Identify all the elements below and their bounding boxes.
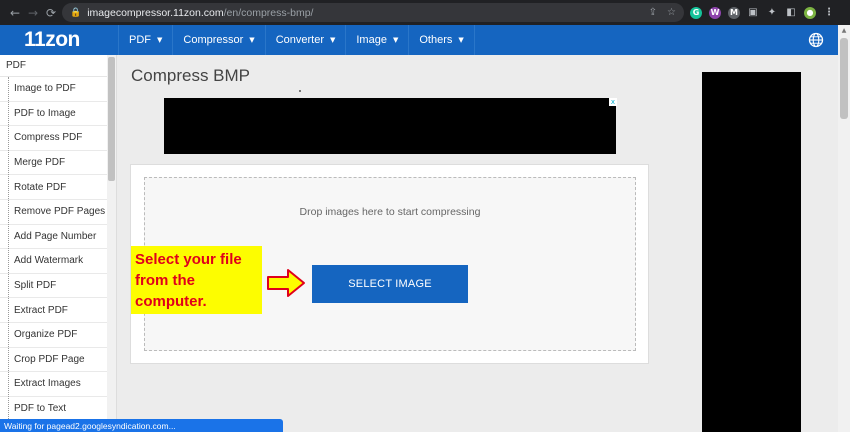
- arrow-right-icon: [267, 269, 305, 297]
- extensions-area: G W M ▣ ✦ ◧ ● ⋮: [690, 0, 835, 25]
- sidebar: PDF Image to PDF PDF to Image Compress PDF…: [0, 55, 117, 432]
- browser-toolbar: ← → ⟳ 🔒 imagecompressor.11zon.com /en/co…: [0, 0, 850, 25]
- back-button[interactable]: ←: [6, 0, 24, 25]
- sidebar-heading[interactable]: PDF: [0, 55, 116, 77]
- menu-item-label: Converter: [275, 34, 324, 46]
- chevron-down-icon: ▼: [392, 36, 399, 44]
- sidepanel-icon[interactable]: ◧: [785, 7, 797, 19]
- sidebar-item-pdf-to-text[interactable]: PDF to Text: [0, 397, 116, 422]
- menu-item-image[interactable]: Image ▼: [345, 25, 408, 55]
- menu-item-others[interactable]: Others ▼: [408, 25, 475, 55]
- sidebar-item-add-watermark[interactable]: Add Watermark: [0, 249, 116, 274]
- scroll-up-icon[interactable]: ▲: [838, 27, 850, 35]
- menu-item-label: Compressor: [183, 34, 244, 46]
- reload-button[interactable]: ⟳: [42, 0, 60, 25]
- menu-item-label: Others: [419, 34, 453, 46]
- chevron-down-icon: ▼: [157, 36, 163, 44]
- ext-square-icon[interactable]: ▣: [747, 7, 759, 19]
- ad-marker: [299, 90, 301, 92]
- kebab-menu-icon[interactable]: ⋮: [823, 7, 835, 19]
- bookmark-star-icon[interactable]: ☆: [667, 7, 676, 18]
- sidebar-item-add-page-number[interactable]: Add Page Number: [0, 225, 116, 250]
- grammarly-icon[interactable]: G: [690, 6, 702, 19]
- sidebar-ad[interactable]: [702, 72, 801, 432]
- instruction-callout: Select your file from the computer.: [131, 246, 262, 314]
- puzzle-icon[interactable]: ✦: [766, 7, 778, 19]
- menu-item-compressor[interactable]: Compressor ▼: [172, 25, 264, 55]
- url-host: imagecompressor.11zon.com: [87, 6, 224, 19]
- gmail-icon[interactable]: M: [728, 6, 740, 19]
- page-title: Compress BMP: [131, 66, 251, 85]
- select-image-button[interactable]: SELECT IMAGE: [312, 265, 468, 303]
- chevron-down-icon: ▼: [249, 36, 255, 44]
- menu-item-converter[interactable]: Converter ▼: [264, 25, 346, 55]
- sidebar-item-remove-pdf-pages[interactable]: Remove PDF Pages: [0, 200, 116, 225]
- page-scroll-thumb[interactable]: [840, 38, 848, 119]
- sidebar-item-rotate-pdf[interactable]: Rotate PDF: [0, 175, 116, 200]
- sidebar-item-split-pdf[interactable]: Split PDF: [0, 274, 116, 299]
- sidebar-item-merge-pdf[interactable]: Merge PDF: [0, 151, 116, 176]
- menu-item-label: Image: [356, 34, 387, 46]
- lock-icon: 🔒: [70, 7, 82, 18]
- forward-button[interactable]: →: [24, 0, 42, 25]
- browser-status-bar: Waiting for pagead2.googlesyndication.co…: [0, 419, 283, 432]
- address-bar[interactable]: 🔒 imagecompressor.11zon.com /en/compress…: [62, 3, 684, 22]
- sidebar-item-extract-pdf[interactable]: Extract PDF: [0, 298, 116, 323]
- w-extension-icon[interactable]: W: [709, 6, 721, 19]
- globe-language-icon[interactable]: [808, 32, 824, 48]
- sidebar-item-organize-pdf[interactable]: Organize PDF: [0, 323, 116, 348]
- ad-close-icon[interactable]: x: [609, 98, 617, 106]
- drop-instructions: Drop images here to start compressing: [299, 206, 481, 218]
- banner-ad[interactable]: [164, 98, 616, 154]
- menu-item-label: PDF: [129, 34, 151, 46]
- chevron-down-icon: ▼: [329, 36, 336, 44]
- sidebar-item-crop-pdf-page[interactable]: Crop PDF Page: [0, 348, 116, 373]
- sidebar-item-image-to-pdf[interactable]: Image to PDF: [0, 77, 116, 102]
- share-icon[interactable]: ⇪: [649, 7, 657, 18]
- site-header: 11zon PDF ▼ Compressor ▼ Converter ▼ Image ▼ Oth…: [0, 25, 838, 55]
- url-path: /en/compress-bmp/: [223, 6, 314, 19]
- menu-item-pdf[interactable]: PDF ▼: [118, 25, 172, 55]
- sidebar-scroll-thumb[interactable]: [108, 57, 115, 181]
- sidebar-item-compress-pdf[interactable]: Compress PDF: [0, 126, 116, 151]
- sidebar-list: Image to PDF PDF to Image Compress PDF Merg…: [0, 77, 116, 422]
- chevron-down-icon: ▼: [458, 36, 464, 44]
- sidebar-item-extract-images[interactable]: Extract Images: [0, 372, 116, 397]
- sidebar-item-pdf-to-image[interactable]: PDF to Image: [0, 102, 116, 127]
- profile-icon[interactable]: ●: [804, 6, 816, 19]
- site-logo[interactable]: 11zon: [24, 28, 118, 52]
- main-menu: PDF ▼ Compressor ▼ Converter ▼ Image ▼ Others ▼: [118, 25, 475, 55]
